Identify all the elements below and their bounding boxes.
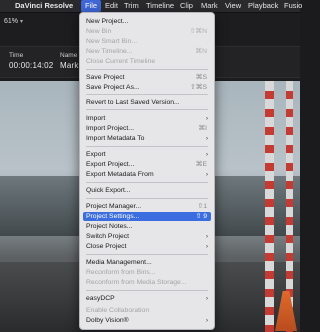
- menu-item-new-smart-bin: New Smart Bin...: [86, 38, 137, 45]
- chevron-right-icon: ›: [205, 233, 208, 240]
- menu-separator: [86, 290, 208, 291]
- menu-item-project-notes[interactable]: Project Notes...: [83, 222, 211, 231]
- menu-item-switch-project[interactable]: Switch Project ›: [83, 232, 211, 241]
- menu-item-export-project[interactable]: Export Project... ⌘E: [83, 160, 211, 169]
- menu-item-export[interactable]: Export ›: [83, 150, 211, 159]
- menu-item-reconform-media-storage: Reconform from Media Storage...: [86, 279, 187, 286]
- menu-app-name[interactable]: DaVinci Resolve: [15, 0, 73, 12]
- menu-playback[interactable]: Playback: [248, 0, 278, 12]
- zoom-dropdown[interactable]: 61% ▾: [4, 18, 23, 25]
- chevron-right-icon: ›: [205, 243, 208, 250]
- menu-edit[interactable]: Edit: [105, 0, 118, 12]
- menu-separator: [86, 109, 208, 110]
- menu-clip[interactable]: Clip: [180, 0, 193, 12]
- menu-item-import-project[interactable]: Import Project... ⌘I: [83, 124, 211, 133]
- menu-separator: [86, 198, 208, 199]
- timecode-value: 00:00:14:02: [9, 61, 54, 70]
- menu-fusion[interactable]: Fusio: [284, 0, 302, 12]
- timecode-column: Time 00:00:14:02: [9, 52, 53, 70]
- chevron-right-icon: ›: [205, 115, 208, 122]
- menu-trim[interactable]: Trim: [124, 0, 139, 12]
- chevron-right-icon: ›: [205, 295, 208, 302]
- menu-separator: [86, 69, 208, 70]
- menu-item-new-project[interactable]: New Project...: [83, 17, 211, 26]
- menu-item-easydcp[interactable]: easyDCP ›: [83, 294, 211, 303]
- chevron-right-icon: ›: [205, 135, 208, 142]
- menu-timeline[interactable]: Timeline: [146, 0, 174, 12]
- menu-item-new-bin: New Bin ⇧⌘N: [86, 28, 207, 35]
- menu-item-project-settings[interactable]: Project Settings... ⇧ 9: [83, 212, 211, 221]
- timecode-header: Time: [9, 52, 24, 59]
- chevron-down-icon: ▾: [20, 19, 24, 25]
- menu-item-export-metadata[interactable]: Export Metadata From ›: [83, 170, 211, 179]
- menu-item-save-project[interactable]: Save Project ⌘S: [83, 73, 211, 82]
- menu-separator: [86, 146, 208, 147]
- name-column: Name Mark: [60, 52, 79, 70]
- menu-item-quick-export[interactable]: Quick Export...: [83, 186, 211, 195]
- striped-pole: [265, 81, 274, 332]
- zoom-level: 61%: [4, 18, 19, 25]
- menu-item-revert[interactable]: Revert to Last Saved Version...: [83, 98, 211, 107]
- menu-view[interactable]: View: [225, 0, 241, 12]
- name-header: Name: [60, 52, 78, 59]
- menu-item-import[interactable]: Import ›: [83, 114, 211, 123]
- menu-mark[interactable]: Mark: [201, 0, 218, 12]
- menu-item-new-timeline: New Timeline... ⌘N: [86, 48, 207, 55]
- chevron-right-icon: ›: [205, 171, 208, 178]
- menu-item-media-management[interactable]: Media Management...: [83, 258, 211, 267]
- menu-separator: [86, 94, 208, 95]
- chevron-right-icon: ›: [205, 317, 208, 324]
- menu-item-dolby-vision[interactable]: Dolby Vision® ›: [83, 316, 211, 325]
- menu-item-project-manager[interactable]: Project Manager... ⇧1: [83, 202, 211, 211]
- name-value: Mark: [60, 61, 79, 70]
- menu-item-close-timeline: Close Current Timeline: [86, 58, 156, 65]
- chevron-right-icon: ›: [205, 151, 208, 158]
- menu-item-save-project-as[interactable]: Save Project As... ⇧⌘S: [83, 83, 211, 92]
- menu-file[interactable]: File: [81, 0, 102, 12]
- menu-item-close-project[interactable]: Close Project ›: [83, 242, 211, 251]
- menu-separator: [86, 254, 208, 255]
- file-menu-dropdown: New Project... New Bin ⇧⌘N New Smart Bin.…: [79, 12, 215, 330]
- menu-item-reconform-bins: Reconform from Bins...: [86, 269, 156, 276]
- menu-separator: [86, 182, 208, 183]
- menu-item-enable-collaboration: Enable Collaboration: [86, 307, 150, 314]
- menu-item-import-metadata[interactable]: Import Metadata To ›: [83, 134, 211, 143]
